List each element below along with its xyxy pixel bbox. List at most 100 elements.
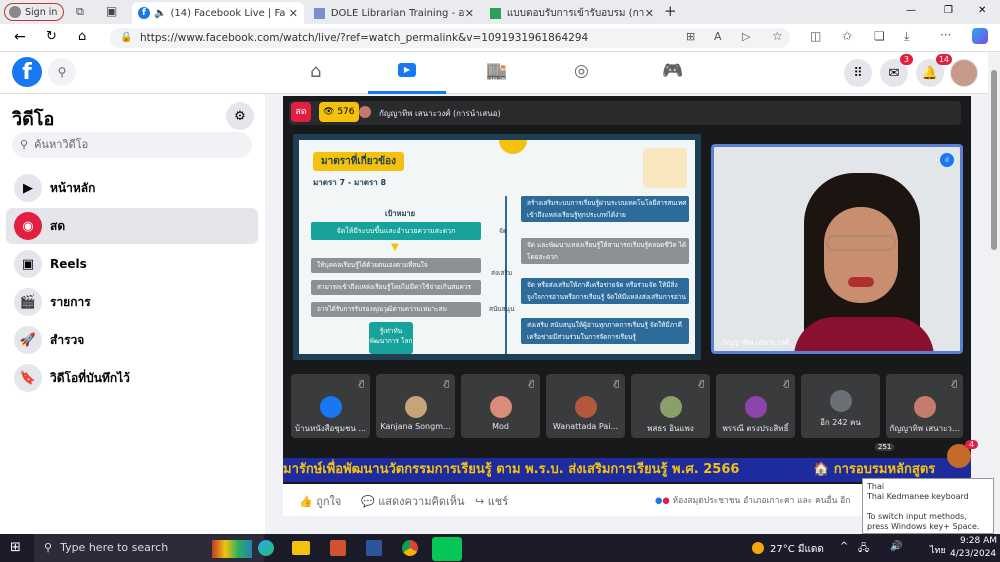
- split-screen-icon[interactable]: ◫: [810, 29, 821, 43]
- downloads-icon[interactable]: ⤓: [904, 29, 909, 44]
- participant-tile[interactable]: 🎙̸ Kanjana Songm...: [376, 374, 455, 438]
- settings-button[interactable]: ⚙: [226, 102, 254, 130]
- back-icon[interactable]: ←: [14, 29, 26, 45]
- live-video-player[interactable]: สด 👁 576 กัญญาทิพ เสนาะวงศ์ (การนำเสนอ) …: [283, 96, 979, 516]
- close-tab-icon[interactable]: ✕: [465, 7, 474, 20]
- host-name[interactable]: กัญญาทิพ เสนาะวงศ์ (การนำเสนอ): [379, 107, 501, 120]
- participant-avatar: [659, 396, 682, 418]
- page-title: วิดีโอ: [12, 109, 55, 130]
- chrome-icon[interactable]: [402, 540, 418, 556]
- search-button[interactable]: ⚲: [48, 58, 76, 86]
- like-button[interactable]: 👍 ถูกใจ: [299, 492, 341, 510]
- participant-avatar: [913, 396, 936, 418]
- app-icon[interactable]: ⊞: [686, 30, 695, 43]
- speaker-name: กัญญาทิพ เสนาะวงศ์: [722, 338, 789, 347]
- comment-label: แสดงความคิดเห็น: [378, 495, 465, 508]
- speaking-indicator-icon: ıl: [940, 153, 954, 167]
- refresh-icon[interactable]: ↻: [46, 29, 57, 44]
- participant-avatar: [744, 396, 767, 418]
- home-icon[interactable]: ⌂: [78, 29, 86, 44]
- language-indicator[interactable]: ไทย: [930, 543, 946, 557]
- participant-name: พสธร อินแพง: [647, 424, 694, 433]
- slide-arrow-icon: ▼: [391, 242, 399, 253]
- dole-favicon: [314, 7, 325, 19]
- facebook-logo[interactable]: f: [12, 57, 42, 87]
- reels-icon: ▣: [14, 250, 42, 278]
- close-tab-icon[interactable]: ✕: [289, 7, 298, 20]
- participant-name: Mod: [492, 422, 509, 431]
- menu-button[interactable]: ⠿: [844, 59, 872, 87]
- share-button[interactable]: ↪ แชร์: [475, 492, 508, 510]
- notifications-button[interactable]: 🔔 14: [916, 54, 952, 87]
- copilot-icon[interactable]: [972, 28, 988, 44]
- video-icon[interactable]: ▷: [742, 30, 750, 43]
- participant-tile[interactable]: 🎙̸ บ้านหนังสือชุมชน ...: [291, 374, 370, 438]
- groups-icon[interactable]: ◎: [574, 61, 589, 81]
- start-icon[interactable]: ⊞: [10, 540, 21, 555]
- reactors-summary[interactable]: ●● ห้องสมุดประชาชน อำเภอเกาะคา และ คนอื่…: [655, 493, 875, 507]
- more-icon[interactable]: ···: [940, 28, 951, 42]
- scrollbar-thumb[interactable]: [991, 70, 997, 250]
- sidebar-item-label: Reels: [50, 257, 87, 271]
- favorite-star-icon[interactable]: ☆: [772, 29, 783, 43]
- sidebar-item-live[interactable]: ◉ สด: [6, 208, 258, 244]
- tray-chevron-icon[interactable]: ^: [840, 541, 848, 552]
- participant-tile[interactable]: 🎙̸ Mod: [461, 374, 540, 438]
- watch-icon: ▶: [398, 63, 416, 77]
- edge-icon[interactable]: [258, 540, 274, 556]
- sidebar-item-shows[interactable]: 🎬 รายการ: [6, 284, 258, 320]
- line-icon[interactable]: [432, 537, 462, 561]
- read-aloud-icon[interactable]: A: [714, 30, 722, 43]
- network-icon[interactable]: 🖧: [858, 541, 869, 558]
- more-participants-tile[interactable]: อีก 242 คน: [801, 374, 880, 438]
- favorites-icon[interactable]: ✩: [842, 29, 852, 43]
- weather-text[interactable]: 27°C มีแดด: [770, 542, 824, 557]
- maximize-button[interactable]: ❐: [944, 5, 953, 16]
- mic-muted-icon: 🎙̸: [699, 379, 704, 388]
- audio-icon[interactable]: 🔈: [154, 8, 166, 19]
- participant-tile[interactable]: 🎙̸ กัญญาทิพ เสนาะว...: [886, 374, 963, 438]
- collections-icon[interactable]: ❏: [874, 29, 885, 43]
- sidebar-item-saved[interactable]: 🔖 วิดีโอที่บันทึกไว้: [6, 360, 258, 396]
- clock-date[interactable]: 4/23/2024: [950, 549, 996, 559]
- tab-facebook[interactable]: f 🔈 (14) Facebook Live | Facebo ✕: [132, 2, 304, 24]
- sidebar-item-label: รายการ: [50, 294, 91, 309]
- participant-name: Kanjana Songm...: [380, 422, 451, 431]
- page-scrollbar[interactable]: [988, 52, 1000, 534]
- avatar[interactable]: [950, 59, 978, 87]
- search-input[interactable]: ⚲ ค้นหาวิดีโอ: [12, 132, 252, 158]
- close-window-button[interactable]: ✕: [978, 5, 986, 16]
- participant-name: บ้านหนังสือชุมชน ...: [294, 424, 367, 433]
- watch-sidebar: วิดีโอ ⚙ ⚲ ค้นหาวิดีโอ ▶ หน้าหลัก ◉ สด ▣ …: [0, 94, 265, 534]
- marketplace-icon[interactable]: 🏬: [486, 61, 507, 81]
- sidebar-item-home[interactable]: ▶ หน้าหลัก: [6, 170, 258, 206]
- clock-time[interactable]: 9:28 AM: [960, 536, 997, 546]
- signin-button[interactable]: Sign in: [4, 3, 64, 21]
- powerpoint-icon[interactable]: [330, 540, 346, 556]
- comment-button[interactable]: 💬 แสดงความคิดเห็น: [361, 492, 465, 510]
- tab-forms[interactable]: แบบตอบรับการเข้ารับอบรม (การอบรม ✕: [484, 2, 660, 24]
- file-explorer-icon[interactable]: [292, 541, 310, 555]
- participant-tile[interactable]: 🎙̸ Wanattada Pai...: [546, 374, 625, 438]
- minimize-button[interactable]: —: [906, 5, 916, 16]
- love-reaction-icon: ●: [662, 496, 670, 506]
- new-tab-button[interactable]: +: [664, 2, 677, 20]
- tab-dole[interactable]: DOLE Librarian Training - อบรมบ ✕: [308, 2, 480, 24]
- watch-nav-tab[interactable]: ▶: [368, 52, 446, 94]
- rocket-icon: 🚀: [14, 326, 42, 354]
- tab-actions-icon[interactable]: ▣: [106, 4, 117, 18]
- messenger-button[interactable]: ✉ 3: [880, 54, 913, 87]
- participant-tile[interactable]: 🎙̸ พรรณี ตรงประสิทธิ์: [716, 374, 795, 438]
- sidebar-item-reels[interactable]: ▣ Reels: [6, 246, 258, 282]
- word-icon[interactable]: [366, 540, 382, 556]
- participant-name: Wanattada Pai...: [552, 422, 619, 431]
- sidebar-item-explore[interactable]: 🚀 สำรวจ: [6, 322, 258, 358]
- close-tab-icon[interactable]: ✕: [645, 7, 654, 20]
- speaker-video[interactable]: ıl กัญญาทิพ เสนาะวงศ์: [711, 144, 963, 354]
- participant-tile[interactable]: 🎙̸ พสธร อินแพง: [631, 374, 710, 438]
- volume-icon[interactable]: 🔊: [890, 541, 902, 552]
- home-nav-icon[interactable]: ⌂: [310, 61, 321, 82]
- participant-name: กัญญาทิพ เสนาะว...: [889, 424, 960, 433]
- gaming-icon[interactable]: 🎮: [662, 61, 683, 81]
- workspaces-icon[interactable]: ⧉: [76, 5, 84, 19]
